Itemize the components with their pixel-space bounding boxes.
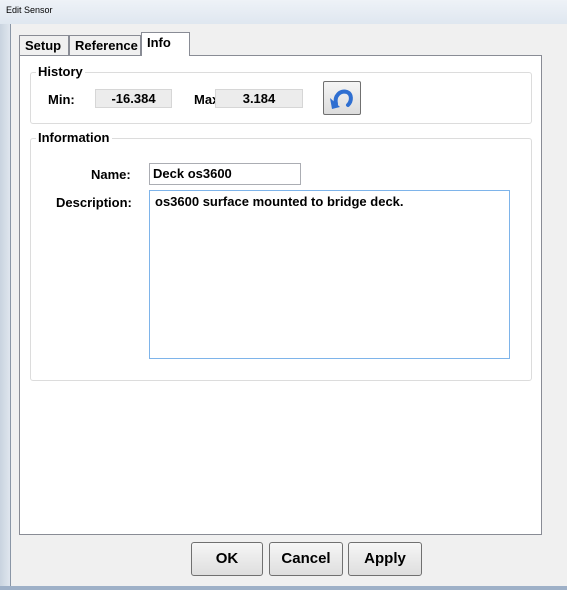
reset-history-button[interactable]	[323, 81, 361, 115]
history-group-label: History	[36, 64, 85, 79]
info-tab-page: History Min: -16.384 Max: 3.184 Informat…	[19, 55, 542, 535]
ok-button[interactable]: OK	[191, 542, 263, 576]
information-group-label: Information	[36, 130, 112, 145]
name-label: Name:	[91, 167, 131, 182]
window-title: Edit Sensor	[6, 5, 53, 15]
tab-info-label: Info	[147, 35, 171, 50]
tab-setup-label: Setup	[25, 38, 62, 53]
cancel-button[interactable]: Cancel	[269, 542, 343, 576]
window-bottom-frame	[0, 586, 567, 590]
min-value: -16.384	[95, 89, 172, 108]
min-label: Min:	[48, 92, 75, 107]
description-field[interactable]: os3600 surface mounted to bridge deck.	[149, 190, 510, 359]
tab-reference[interactable]: Reference	[69, 35, 141, 55]
name-field[interactable]: Deck os3600	[149, 163, 301, 185]
tab-reference-label: Reference	[75, 38, 138, 53]
max-value: 3.184	[215, 89, 303, 108]
apply-button[interactable]: Apply	[348, 542, 422, 576]
title-bar[interactable]: Edit Sensor	[0, 0, 567, 24]
edit-sensor-window: Edit Sensor Setup Reference Info History…	[0, 0, 567, 590]
tab-setup[interactable]: Setup	[19, 35, 69, 55]
reset-arrow-icon	[330, 89, 353, 109]
information-group: Information Name: Deck os3600 Descriptio…	[30, 130, 532, 381]
description-label: Description:	[56, 195, 132, 210]
tab-info[interactable]: Info	[141, 32, 190, 56]
window-left-frame	[0, 24, 10, 590]
history-group: History Min: -16.384 Max: 3.184	[30, 64, 532, 124]
